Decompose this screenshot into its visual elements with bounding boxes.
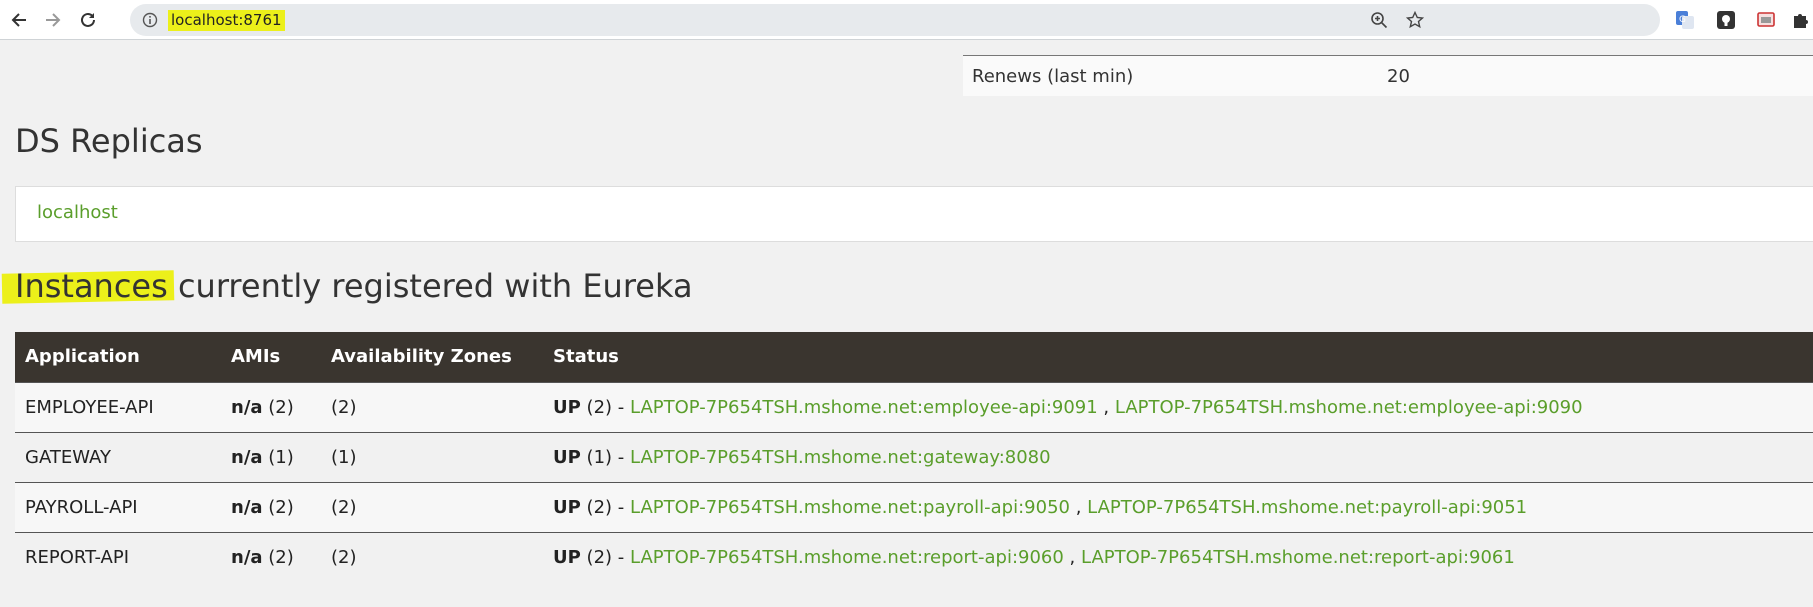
header-amis: AMIs	[221, 332, 321, 382]
bookmark-star-icon[interactable]	[1405, 10, 1425, 29]
ds-replicas-list: localhost	[15, 186, 1813, 242]
instances-table: Application AMIs Availability Zones Stat…	[15, 332, 1813, 582]
header-application: Application	[15, 332, 221, 382]
status-label: UP	[553, 446, 581, 468]
status-count: (2)	[586, 396, 613, 418]
info-icon[interactable]	[142, 12, 158, 28]
ami-value: n/a	[231, 396, 263, 418]
ami-value: n/a	[231, 446, 263, 468]
status-label: UP	[553, 396, 581, 418]
status-label: UP	[553, 496, 581, 518]
lastpass-extension-icon[interactable]	[1716, 10, 1736, 30]
back-arrow-icon[interactable]	[7, 8, 31, 32]
status-label: UP	[553, 546, 581, 568]
url-text[interactable]: localhost:8761	[168, 10, 285, 31]
table-header-row: Application AMIs Availability Zones Stat…	[15, 332, 1813, 382]
instances-title: Instances currently registered with Eure…	[15, 267, 693, 305]
instance-link[interactable]: LAPTOP-7P654TSH.mshome.net:payroll-api:9…	[1087, 497, 1527, 518]
browser-toolbar: localhost:8761 G	[0, 0, 1813, 40]
table-row: REPORT-API n/a (2) (2) UP (2) - LAPTOP-7…	[15, 531, 1813, 582]
translate-extension-icon[interactable]: G	[1675, 10, 1695, 30]
zones-count: (2)	[331, 396, 357, 418]
zones-count: (2)	[331, 546, 357, 568]
ami-count: (2)	[268, 396, 294, 418]
zones-count: (2)	[331, 496, 357, 518]
status-separator: -	[612, 546, 630, 568]
ami-count: (2)	[268, 496, 294, 518]
svg-text:G: G	[1679, 15, 1686, 25]
table-row: GATEWAY n/a (1) (1) UP (1) - LAPTOP-7P65…	[15, 431, 1813, 482]
ami-count: (2)	[268, 546, 294, 568]
reload-icon[interactable]	[76, 8, 100, 32]
zones-count: (1)	[331, 446, 357, 468]
zoom-icon[interactable]	[1370, 11, 1388, 29]
ami-value: n/a	[231, 496, 263, 518]
renews-label: Renews (last min)	[972, 65, 1134, 87]
app-name: EMPLOYEE-API	[25, 396, 154, 418]
address-bar[interactable]: localhost:8761	[130, 4, 1660, 36]
header-availability-zones: Availability Zones	[321, 332, 543, 382]
status-separator: -	[612, 446, 630, 468]
link-separator: ,	[1069, 496, 1088, 518]
status-count: (2)	[586, 546, 613, 568]
status-separator: -	[612, 396, 630, 418]
app-name: GATEWAY	[25, 446, 111, 468]
instance-link[interactable]: LAPTOP-7P654TSH.mshome.net:report-api:90…	[1081, 547, 1515, 568]
status-separator: -	[612, 496, 630, 518]
ami-value: n/a	[231, 546, 263, 568]
table-row: PAYROLL-API n/a (2) (2) UP (2) - LAPTOP-…	[15, 481, 1813, 532]
link-separator: ,	[1063, 546, 1081, 568]
app-name: PAYROLL-API	[25, 496, 138, 518]
ds-replicas-title: DS Replicas	[15, 122, 203, 160]
renews-value: 20	[1387, 65, 1410, 87]
instance-link[interactable]: LAPTOP-7P654TSH.mshome.net:payroll-api:9…	[630, 497, 1070, 518]
header-status: Status	[543, 332, 1813, 382]
cast-extension-icon[interactable]	[1756, 10, 1776, 30]
forward-arrow-icon[interactable]	[41, 8, 65, 32]
instance-link[interactable]: LAPTOP-7P654TSH.mshome.net:gateway:8080	[630, 447, 1051, 468]
status-count: (1)	[586, 446, 613, 468]
ami-count: (1)	[268, 446, 294, 468]
link-separator: ,	[1097, 396, 1115, 418]
instance-link[interactable]: LAPTOP-7P654TSH.mshome.net:employee-api:…	[630, 397, 1098, 418]
instance-link[interactable]: LAPTOP-7P654TSH.mshome.net:report-api:90…	[630, 547, 1064, 568]
renews-row: Renews (last min) 20	[963, 55, 1813, 96]
status-count: (2)	[586, 496, 613, 518]
table-row: EMPLOYEE-API n/a (2) (2) UP (2) - LAPTOP…	[15, 381, 1813, 432]
instance-link[interactable]: LAPTOP-7P654TSH.mshome.net:employee-api:…	[1115, 397, 1583, 418]
app-name: REPORT-API	[25, 546, 130, 568]
puzzle-extensions-icon[interactable]	[1790, 10, 1810, 30]
replica-link-localhost[interactable]: localhost	[37, 202, 118, 223]
